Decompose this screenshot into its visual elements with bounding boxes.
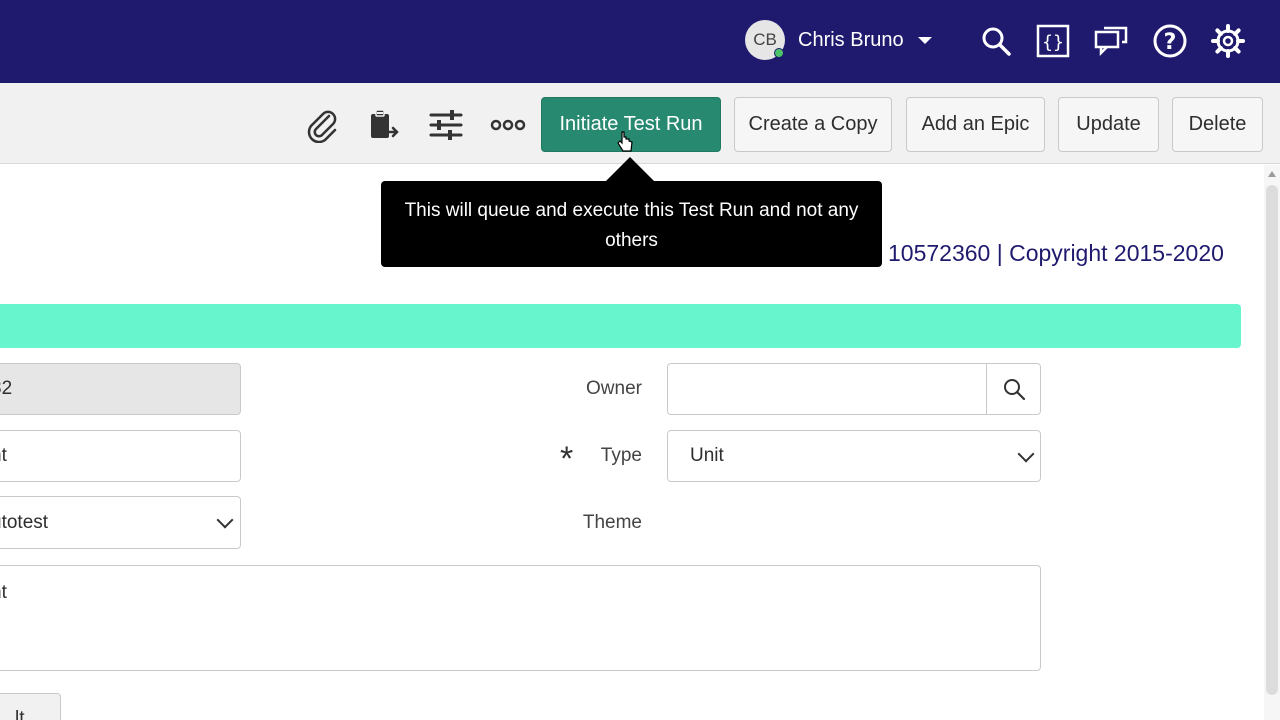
name-field[interactable]: nt <box>0 430 241 482</box>
bottom-button-label: lt <box>15 708 25 720</box>
header-banner <box>0 0 1280 83</box>
connect-chat-icon[interactable] <box>1093 22 1129 60</box>
search-icon[interactable] <box>978 22 1014 60</box>
suite-value: utotest <box>0 511 49 533</box>
description-textarea[interactable]: nt <box>0 565 1041 671</box>
description-value: nt <box>0 582 7 603</box>
number-field: 32 <box>0 363 241 415</box>
type-label: Type <box>600 445 642 466</box>
sliders-icon[interactable] <box>426 105 466 145</box>
add-epic-button[interactable]: Add an Epic <box>906 97 1045 152</box>
owner-label: Owner <box>586 378 642 399</box>
name-value: nt <box>0 445 7 466</box>
theme-label: Theme <box>582 512 642 533</box>
clipboard-export-icon[interactable] <box>364 105 404 145</box>
owner-input[interactable] <box>667 363 1041 415</box>
scrollbar-thumb[interactable] <box>1266 185 1278 695</box>
presence-indicator <box>774 48 784 58</box>
tooltip-arrow <box>605 157 655 182</box>
help-icon[interactable]: ? <box>1152 22 1188 60</box>
tooltip: This will queue and execute this Test Ru… <box>381 181 882 267</box>
create-copy-button[interactable]: Create a Copy <box>734 97 892 152</box>
paperclip-icon[interactable] <box>302 105 342 145</box>
copyright-text: 10572360 | Copyright 2015-2020 <box>888 240 1224 266</box>
chevron-down-icon <box>1017 445 1035 463</box>
bottom-action-button[interactable]: lt <box>0 693 61 720</box>
svg-text:?: ? <box>1164 30 1177 55</box>
avatar-initials: CB <box>753 30 777 49</box>
caret-down-icon[interactable] <box>917 36 932 44</box>
user-menu[interactable]: CB Chris Bruno <box>745 20 932 60</box>
avatar[interactable]: CB <box>745 20 785 60</box>
more-options-icon[interactable] <box>488 105 528 145</box>
update-button[interactable]: Update <box>1058 97 1159 152</box>
number-value: 32 <box>0 378 13 399</box>
hand-cursor-icon <box>617 131 633 158</box>
script-debugger-icon[interactable]: {} <box>1035 22 1071 60</box>
user-name[interactable]: Chris Bruno <box>798 29 904 52</box>
info-bar <box>0 304 1241 348</box>
svg-text:{}: {} <box>1042 32 1064 53</box>
type-value: Unit <box>690 445 724 466</box>
chevron-down-icon <box>216 511 234 529</box>
settings-icon[interactable] <box>1210 22 1246 60</box>
delete-button[interactable]: Delete <box>1172 97 1263 152</box>
scroll-up-icon[interactable] <box>1268 171 1276 177</box>
owner-lookup-button[interactable] <box>986 363 1040 414</box>
suite-select[interactable]: utotest <box>0 496 241 549</box>
type-select[interactable]: Unit <box>667 430 1041 482</box>
tooltip-text: This will queue and execute this Test Ru… <box>404 200 859 251</box>
search-icon <box>1003 378 1025 400</box>
required-marker: * <box>560 440 574 478</box>
